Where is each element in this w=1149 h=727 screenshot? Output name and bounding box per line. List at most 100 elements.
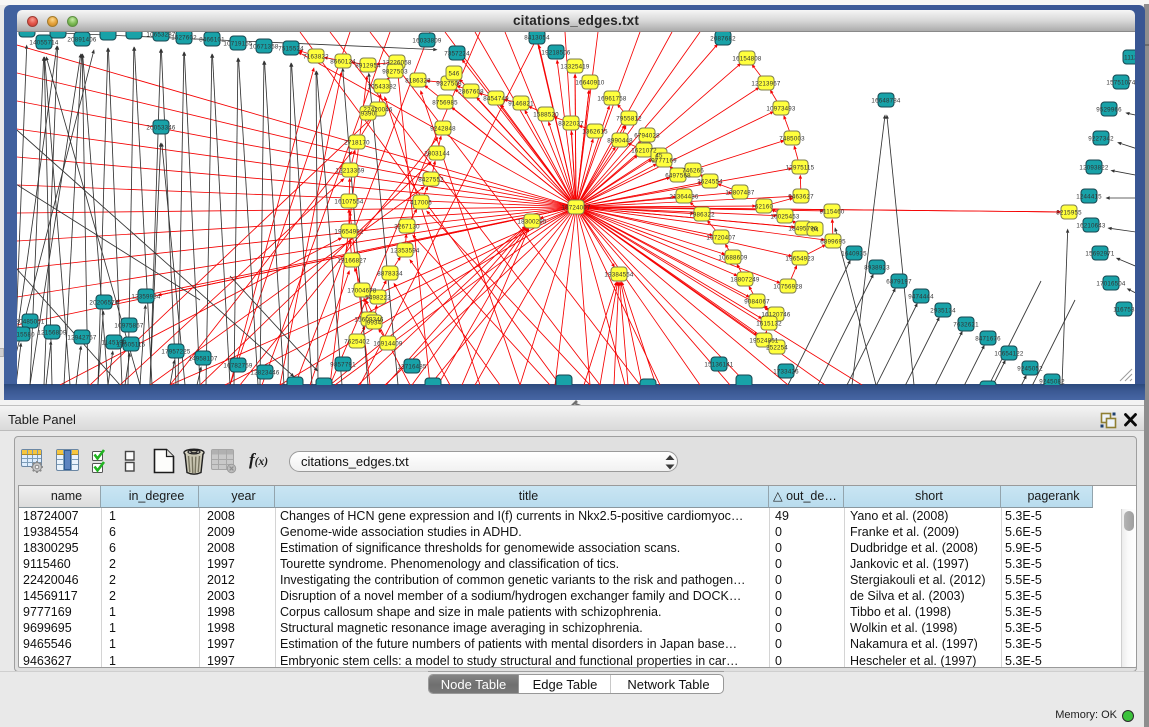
svg-text:6899695: 6899695 <box>820 239 846 246</box>
svg-text:8215955: 8215955 <box>1056 210 1082 217</box>
svg-text:16210643: 16210643 <box>1076 223 1105 230</box>
svg-text:13325419: 13325419 <box>560 64 589 71</box>
svg-text:10654122: 10654122 <box>994 351 1023 358</box>
svg-text:9390: 9390 <box>361 111 376 118</box>
svg-text:9934: 9934 <box>367 320 382 327</box>
svg-text:14958107: 14958107 <box>188 356 217 363</box>
svg-text:8756985: 8756985 <box>432 100 458 107</box>
svg-text:18807249: 18807249 <box>730 277 759 284</box>
svg-text:8990448: 8990448 <box>607 138 633 145</box>
svg-text:9245052: 9245052 <box>1017 366 1043 373</box>
svg-text:9245082: 9245082 <box>1039 379 1065 386</box>
svg-text:10807487: 10807487 <box>725 190 754 197</box>
svg-text:8912954: 8912954 <box>355 63 381 70</box>
svg-text:9115460: 9115460 <box>819 209 844 216</box>
svg-text:12213967: 12213967 <box>751 81 780 88</box>
svg-text:8471676: 8471676 <box>975 336 1001 343</box>
svg-text:546: 546 <box>449 71 460 78</box>
svg-text:16154808: 16154808 <box>732 56 761 63</box>
svg-text:62160: 62160 <box>755 204 774 211</box>
svg-text:17016504: 17016504 <box>1096 281 1125 288</box>
svg-text:8660124: 8660124 <box>330 59 356 66</box>
svg-text:9857791: 9857791 <box>330 362 356 369</box>
svg-text:20485001: 20485001 <box>17 319 45 326</box>
svg-text:19218506: 19218506 <box>541 50 570 57</box>
svg-text:10025453: 10025453 <box>770 214 799 221</box>
svg-text:9827503: 9827503 <box>382 69 408 76</box>
svg-text:12359934: 12359934 <box>131 294 160 301</box>
svg-text:12505115: 12505115 <box>117 342 146 349</box>
svg-text:15720407: 15720407 <box>706 235 735 242</box>
svg-text:1733426: 1733426 <box>773 369 799 376</box>
svg-text:16648784: 16648784 <box>871 98 900 105</box>
svg-text:7632621: 7632621 <box>953 322 979 329</box>
svg-text:10543382: 10543382 <box>367 84 396 91</box>
svg-text:9327508: 9327508 <box>436 81 462 88</box>
svg-text:16914409: 16914409 <box>373 341 402 348</box>
svg-text:20891406: 20891406 <box>67 37 96 44</box>
svg-text:9146821: 9146821 <box>508 101 534 108</box>
svg-text:7625402: 7625402 <box>344 339 370 346</box>
svg-text:1362615: 1362615 <box>582 129 608 136</box>
svg-text:9084067: 9084067 <box>744 299 770 306</box>
svg-text:10671358: 10671358 <box>249 44 278 51</box>
svg-text:6794028: 6794028 <box>634 133 660 140</box>
svg-text:19166827: 19166827 <box>337 258 366 265</box>
svg-text:12093822: 12093822 <box>1079 165 1108 172</box>
svg-text:7986322: 7986322 <box>689 212 715 219</box>
svg-text:15136141: 15136141 <box>704 362 733 369</box>
svg-text:417006: 417006 <box>410 200 432 207</box>
svg-text:3267130: 3267130 <box>394 224 420 231</box>
svg-text:04: 04 <box>811 227 819 234</box>
svg-text:12353594: 12353594 <box>390 248 419 255</box>
svg-text:16120746: 16120746 <box>761 312 790 319</box>
svg-text:8878334: 8878334 <box>377 271 403 278</box>
svg-text:20053346: 20053346 <box>146 125 175 132</box>
svg-text:18724007: 18724007 <box>561 205 590 212</box>
svg-text:17957225: 17957225 <box>161 349 190 356</box>
svg-text:19524851: 19524851 <box>749 338 778 345</box>
svg-text:746266: 746266 <box>682 168 704 175</box>
svg-text:5498222: 5498222 <box>365 295 391 302</box>
svg-text:1244415: 1244415 <box>1076 194 1102 201</box>
svg-text:10973493: 10973493 <box>766 106 795 113</box>
svg-text:3624554: 3624554 <box>697 179 723 186</box>
svg-text:12975115: 12975115 <box>786 165 815 172</box>
svg-text:116753: 116753 <box>1113 307 1135 314</box>
svg-text:8322037: 8322037 <box>558 121 584 128</box>
svg-text:16033809: 16033809 <box>412 38 441 45</box>
svg-text:9777169: 9777169 <box>651 158 677 165</box>
svg-text:16107554: 16107554 <box>334 199 363 206</box>
svg-text:16961758: 16961758 <box>597 96 626 103</box>
svg-text:1615132: 1615132 <box>756 321 782 328</box>
svg-text:12942757: 12942757 <box>67 335 96 342</box>
svg-text:13226058: 13226058 <box>382 60 411 67</box>
svg-text:10756928: 10756928 <box>773 284 802 291</box>
svg-text:1588520: 1588520 <box>533 112 559 119</box>
svg-text:9474444: 9474444 <box>908 294 934 301</box>
svg-text:1621072: 1621072 <box>631 148 657 155</box>
svg-text:8454749: 8454749 <box>483 96 509 103</box>
svg-text:9227342: 9227342 <box>1088 136 1114 143</box>
svg-text:12823446: 12823446 <box>250 370 279 377</box>
svg-text:19654952: 19654952 <box>334 229 363 236</box>
svg-text:16640910: 16640910 <box>575 80 604 87</box>
svg-text:8427552: 8427552 <box>418 177 444 184</box>
svg-text:19384554: 19384554 <box>604 272 633 279</box>
svg-text:12213369: 12213369 <box>335 168 364 175</box>
svg-text:9529966: 9529966 <box>1096 107 1122 114</box>
svg-text:7515524: 7515524 <box>278 46 304 53</box>
svg-text:15751074: 15751074 <box>1106 80 1135 87</box>
svg-text:7357224: 7357224 <box>444 51 470 58</box>
svg-text:7485003: 7485003 <box>779 136 805 143</box>
svg-text:15692971: 15692971 <box>1085 251 1114 258</box>
svg-text:2803144: 2803144 <box>424 151 450 158</box>
svg-text:8186328: 8186328 <box>405 78 431 85</box>
svg-text:20206576: 20206576 <box>89 300 118 307</box>
svg-text:10975867: 10975867 <box>114 323 143 330</box>
svg-text:8466101: 8466101 <box>199 37 225 44</box>
svg-text:252254: 252254 <box>766 345 788 352</box>
svg-text:1112: 1112 <box>1124 55 1135 62</box>
svg-text:9463627: 9463627 <box>788 194 814 201</box>
svg-text:2935134: 2935134 <box>930 308 956 315</box>
